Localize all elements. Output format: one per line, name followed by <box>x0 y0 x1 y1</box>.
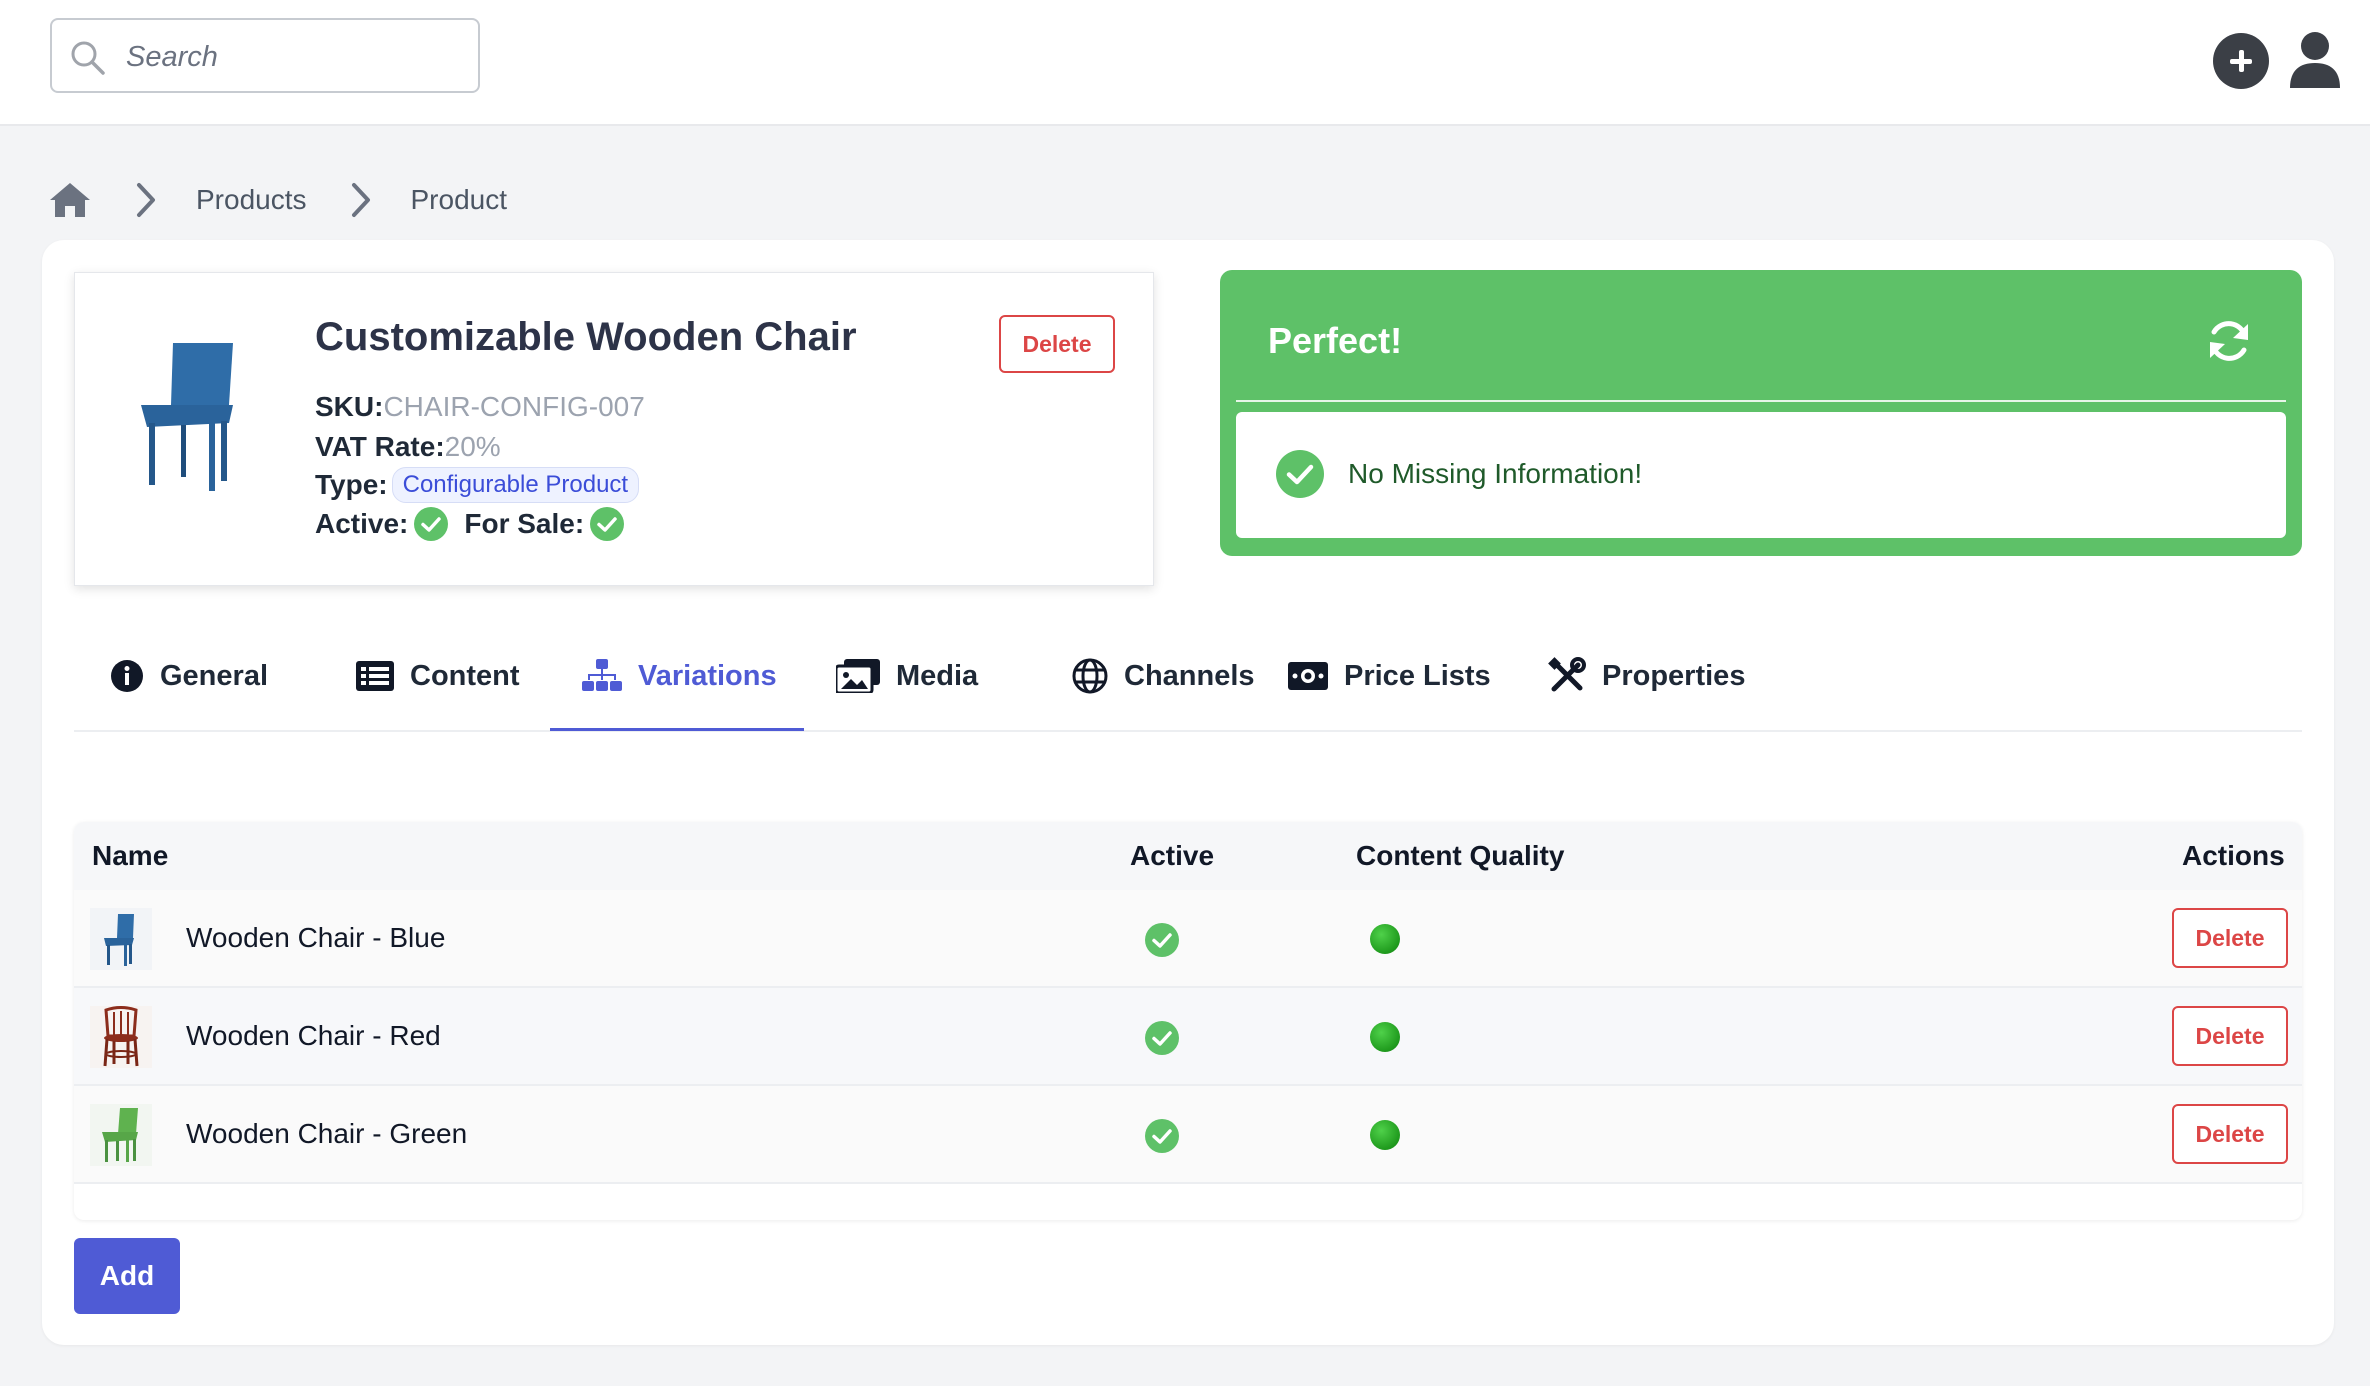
sitemap-icon <box>582 659 622 691</box>
info-icon <box>111 660 143 692</box>
tab-media[interactable]: Media <box>836 620 978 732</box>
quality-status-card: Perfect! No Missing Information! <box>1220 270 2302 556</box>
type-line: Type: Configurable Product <box>315 467 640 503</box>
product-image <box>141 343 233 491</box>
breadcrumb: Products Product <box>48 170 549 230</box>
variation-image <box>90 1104 152 1166</box>
variations-table: Name Active Content Quality Actions Wood… <box>74 822 2302 1220</box>
tab-price-lists[interactable]: Price Lists <box>1288 620 1491 732</box>
add-variation-button[interactable]: Add <box>74 1238 180 1314</box>
sku-value: CHAIR-CONFIG-007 <box>383 391 645 422</box>
variation-image <box>90 908 152 970</box>
vat-value: 20% <box>444 431 501 462</box>
divider <box>1236 400 2286 402</box>
delete-product-button[interactable]: Delete <box>999 315 1115 373</box>
check-circle-icon <box>590 507 625 541</box>
globe-icon <box>1072 658 1108 694</box>
search-box[interactable] <box>50 18 480 93</box>
tab-label: Content <box>410 659 520 692</box>
variation-name[interactable]: Wooden Chair - Green <box>186 1118 467 1150</box>
main-card: Customizable Wooden Chair Delete SKU: CH… <box>42 240 2334 1345</box>
user-icon[interactable] <box>2288 30 2342 90</box>
tab-label: Media <box>896 659 979 692</box>
delete-variation-button[interactable]: Delete <box>2172 908 2288 968</box>
tab-general[interactable]: General <box>110 620 268 732</box>
breadcrumb-products[interactable]: Products <box>196 184 307 216</box>
check-circle-icon <box>414 507 449 541</box>
quality-status-message: No Missing Information! <box>1348 458 1643 489</box>
tab-variations[interactable]: Variations <box>582 620 777 732</box>
quality-status-body: No Missing Information! <box>1236 412 2286 538</box>
delete-variation-button[interactable]: Delete <box>2172 1104 2288 1164</box>
sku-label: SKU: <box>315 391 384 422</box>
home-icon[interactable] <box>48 180 92 220</box>
tools-icon <box>1548 657 1586 692</box>
active-tab-indicator <box>550 728 804 731</box>
table-row[interactable]: Wooden Chair - Green Delete <box>74 1086 2302 1184</box>
product-title: Customizable Wooden Chair <box>315 315 857 359</box>
breadcrumb-product[interactable]: Product <box>411 184 508 216</box>
images-icon <box>836 659 880 693</box>
table-row[interactable]: Wooden Chair - Blue Delete <box>74 890 2302 988</box>
table-row[interactable]: Wooden Chair - Red Delete <box>74 988 2302 1086</box>
search-input[interactable] <box>126 38 456 76</box>
column-header-actions: Actions <box>2182 840 2285 871</box>
check-circle-icon <box>1276 450 1324 498</box>
content-quality-indicator <box>1370 1120 1400 1150</box>
money-icon <box>1288 662 1328 690</box>
tab-properties[interactable]: Properties <box>1548 620 1745 732</box>
tab-label: Properties <box>1602 659 1746 692</box>
tab-label: Channels <box>1124 659 1255 692</box>
plus-circle-icon[interactable] <box>2213 33 2269 89</box>
type-badge: Configurable Product <box>391 467 640 503</box>
top-bar <box>0 0 2370 126</box>
vat-line: VAT Rate: 20% <box>315 431 501 463</box>
product-summary-card: Customizable Wooden Chair Delete SKU: CH… <box>74 272 1154 586</box>
check-circle-icon <box>1145 1021 1179 1055</box>
status-line: Active: For Sale: <box>315 507 625 541</box>
column-header-content-quality: Content Quality <box>1356 840 1565 871</box>
tab-bar: General Content Variations Media Channel… <box>74 620 2302 732</box>
column-header-name: Name <box>92 840 169 871</box>
vat-label: VAT Rate: <box>315 431 445 462</box>
table-header: Name Active Content Quality Actions <box>74 822 2302 890</box>
chevron-right-icon <box>137 183 155 217</box>
quality-status-title: Perfect! <box>1268 320 1403 361</box>
tab-label: General <box>160 659 268 692</box>
column-header-active: Active <box>1130 840 1215 871</box>
type-label: Type: <box>315 469 388 500</box>
variation-name[interactable]: Wooden Chair - Blue <box>186 922 445 954</box>
tab-label: Variations <box>638 659 777 692</box>
tab-channels[interactable]: Channels <box>1072 620 1255 732</box>
refresh-icon[interactable] <box>2204 316 2254 366</box>
content-quality-indicator <box>1370 1022 1400 1052</box>
list-icon <box>356 661 394 691</box>
variation-image <box>90 1006 152 1068</box>
delete-variation-button[interactable]: Delete <box>2172 1006 2288 1066</box>
chevron-right-icon <box>351 183 370 217</box>
variation-name[interactable]: Wooden Chair - Red <box>186 1020 441 1052</box>
active-label: Active: <box>315 508 409 539</box>
tab-content[interactable]: Content <box>356 620 520 732</box>
tab-label: Price Lists <box>1344 659 1491 692</box>
check-circle-icon <box>1145 923 1179 957</box>
check-circle-icon <box>1145 1119 1179 1153</box>
search-icon <box>71 41 105 75</box>
for-sale-label: For Sale: <box>464 508 585 539</box>
content-quality-indicator <box>1370 924 1400 954</box>
sku-line: SKU: CHAIR-CONFIG-007 <box>315 391 645 423</box>
